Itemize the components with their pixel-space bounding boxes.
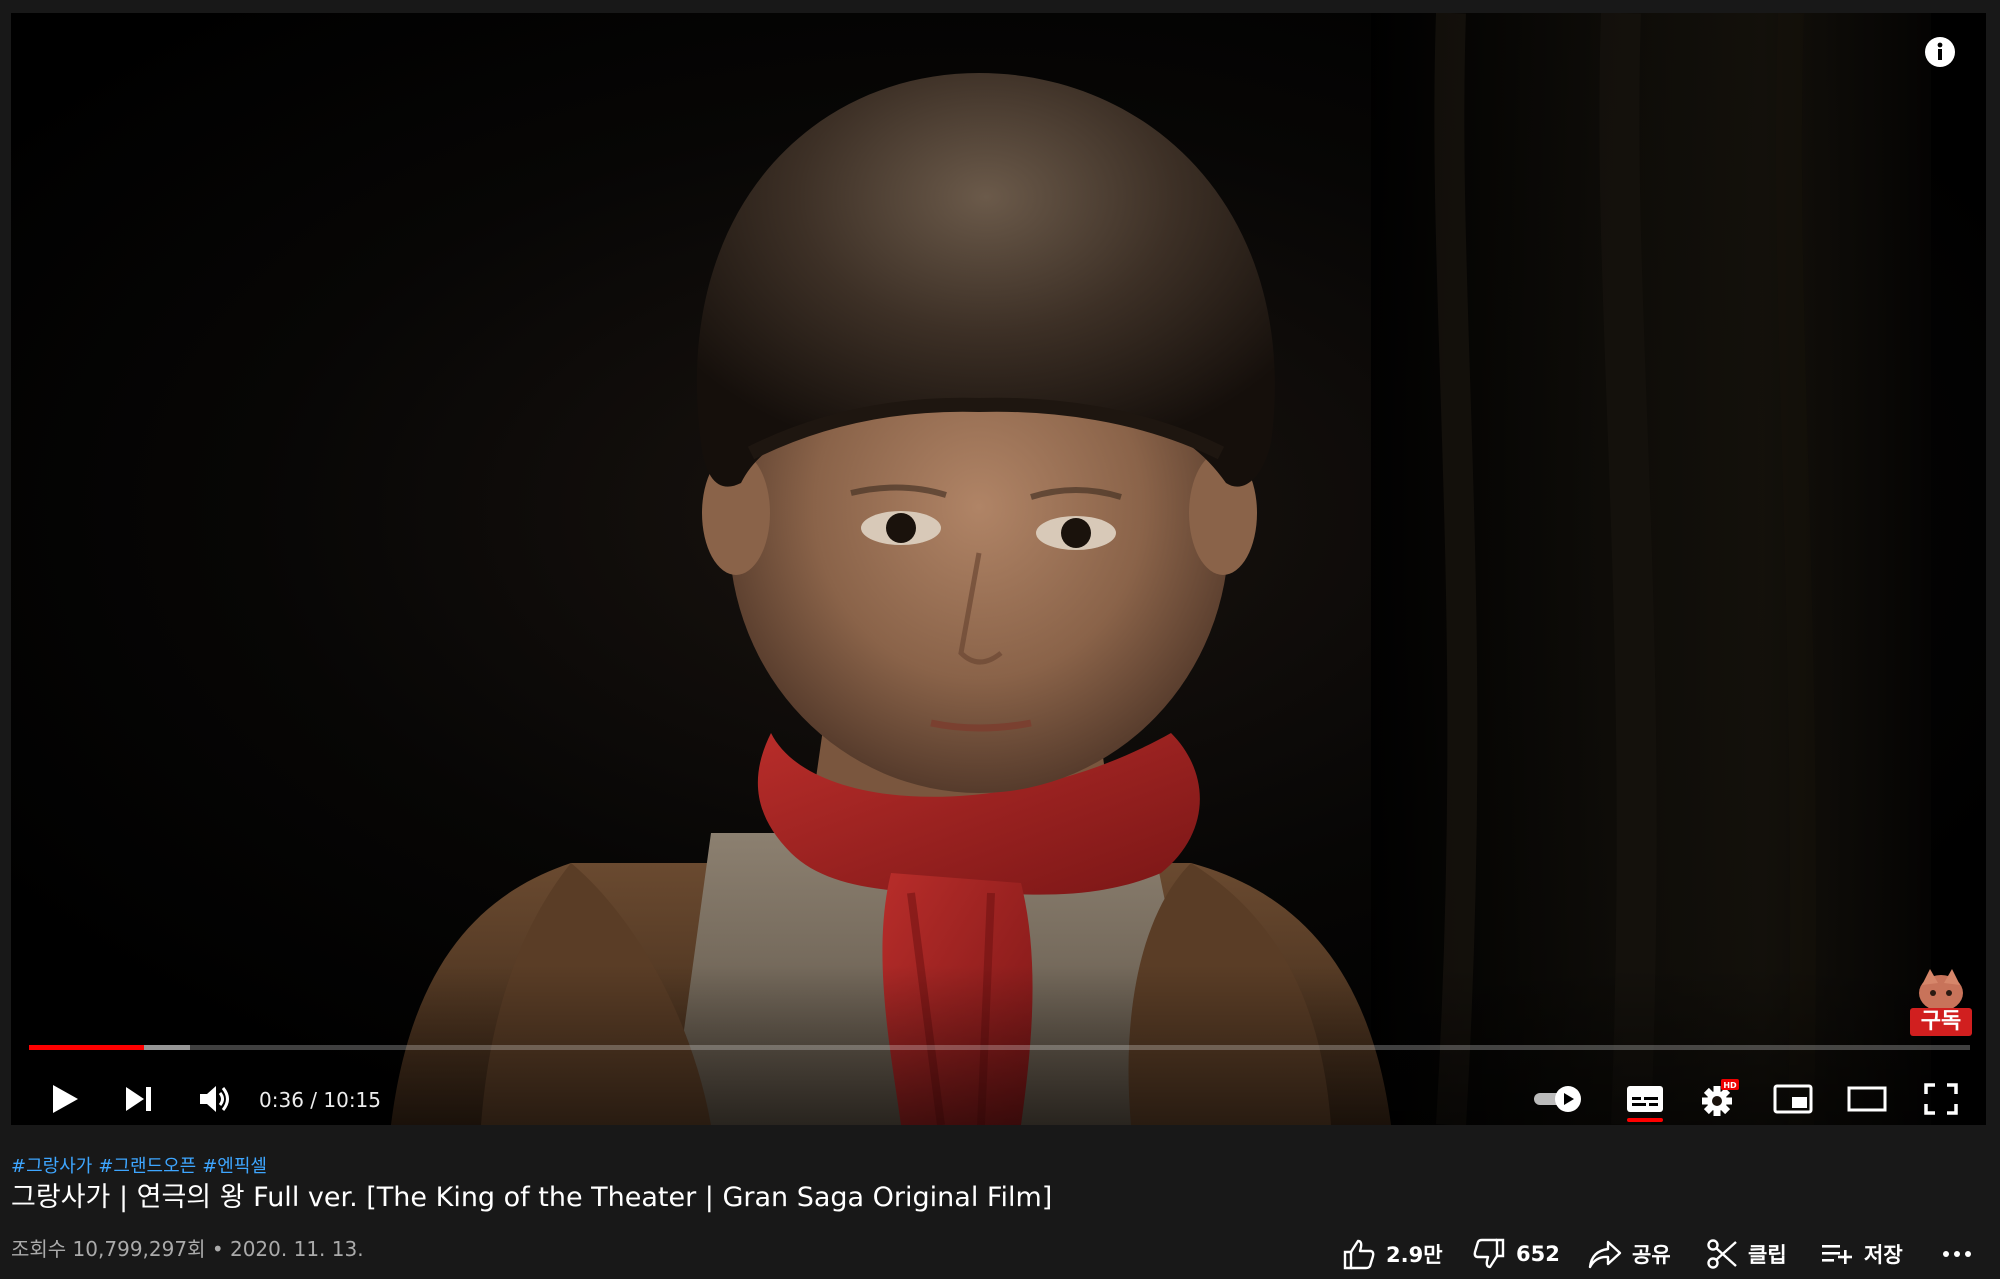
more-actions-button[interactable] <box>1942 1236 1982 1272</box>
progress-bar[interactable] <box>29 1045 1970 1050</box>
hashtag-link[interactable]: #그랑사가 <box>11 1156 92 1177</box>
view-count-and-date: 조회수 10,799,297회 • 2020. 11. 13. <box>11 1237 364 1261</box>
subtitles-icon <box>1627 1086 1663 1112</box>
subtitles-button[interactable] <box>1621 1075 1669 1123</box>
clip-label: 클립 <box>1748 1243 1787 1267</box>
progress-played <box>29 1045 144 1050</box>
more-horizontal-icon <box>1943 1251 1971 1257</box>
miniplayer-icon <box>1773 1084 1813 1114</box>
miniplayer-button[interactable] <box>1769 1075 1817 1123</box>
clip-button[interactable]: 클립 <box>1706 1236 1787 1272</box>
share-button[interactable]: 공유 <box>1588 1236 1671 1272</box>
thumbs-up-icon <box>1343 1239 1375 1270</box>
time-display: 0:36 / 10:15 <box>259 1088 382 1112</box>
play-icon <box>53 1085 78 1113</box>
info-icon <box>1925 37 1955 67</box>
playlist-add-icon <box>1822 1245 1852 1264</box>
video-title: 그랑사가 | 연극의 왕 Full ver. [The King of the … <box>11 1182 1053 1213</box>
hd-badge: HD <box>1723 1081 1737 1090</box>
fullscreen-icon <box>1924 1083 1958 1115</box>
volume-icon <box>200 1086 229 1112</box>
video-player[interactable]: 구독 0:36 / 10:15 HD <box>11 13 1986 1125</box>
volume-button[interactable] <box>191 1075 239 1123</box>
like-button[interactable]: 2.9만 <box>1342 1236 1443 1272</box>
subtitles-active-indicator <box>1627 1118 1663 1122</box>
theater-mode-icon <box>1847 1086 1887 1112</box>
subscribe-watermark[interactable]: 구독 <box>1908 967 1974 1039</box>
hashtag-link[interactable]: #그랜드오픈 <box>98 1156 196 1177</box>
play-button[interactable] <box>41 1075 89 1123</box>
save-label: 저장 <box>1864 1243 1903 1267</box>
autoplay-toggle[interactable] <box>1529 1075 1589 1123</box>
mascot-icon <box>1919 969 1963 1011</box>
save-button[interactable]: 저장 <box>1820 1236 1903 1272</box>
info-button[interactable] <box>1923 35 1957 69</box>
scissors-icon <box>1707 1239 1737 1269</box>
autoplay-toggle-icon <box>1534 1086 1581 1112</box>
fullscreen-button[interactable] <box>1917 1075 1965 1123</box>
next-button[interactable] <box>115 1075 163 1123</box>
video-frame[interactable] <box>11 13 1986 1125</box>
dislike-count: 652 <box>1516 1242 1560 1266</box>
settings-icon: HD <box>1702 1079 1739 1116</box>
settings-button[interactable]: HD <box>1695 1075 1743 1123</box>
watermark-label: 구독 <box>1910 1008 1972 1036</box>
thumbs-down-icon <box>1473 1238 1505 1269</box>
like-count: 2.9만 <box>1386 1243 1443 1267</box>
hashtag-link[interactable]: #엔픽셀 <box>202 1156 267 1177</box>
next-icon <box>126 1087 151 1111</box>
theater-mode-button[interactable] <box>1843 1075 1891 1123</box>
share-label: 공유 <box>1632 1243 1671 1267</box>
share-icon <box>1588 1240 1622 1269</box>
dislike-button[interactable]: 652 <box>1472 1236 1560 1272</box>
hashtag-list: #그랑사가 #그랜드오픈 #엔픽셀 <box>11 1152 273 1178</box>
